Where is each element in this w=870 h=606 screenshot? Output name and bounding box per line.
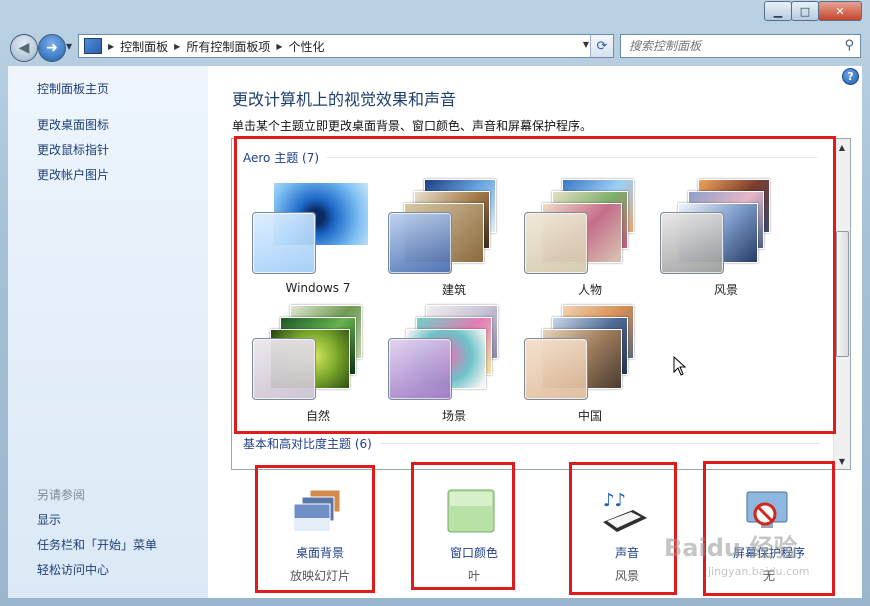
mouse-cursor-icon (673, 356, 687, 376)
highlight-sounds (569, 462, 677, 595)
search-box[interactable]: ⚲ (620, 34, 861, 58)
forward-button[interactable]: ➜ (38, 34, 66, 62)
recent-pages-dropdown[interactable]: ▼ (66, 42, 72, 51)
sidebar-item-desktop-icons[interactable]: 更改桌面图标 (37, 116, 109, 133)
crumb-control-panel[interactable]: 控制面板 (120, 38, 168, 55)
search-icon[interactable]: ⚲ (844, 38, 854, 53)
sidebar-link-ease-of-access[interactable]: 轻松访问中心 (37, 561, 109, 578)
scroll-thumb[interactable] (836, 231, 849, 357)
window-frame: ▁ □ ✕ ◀ ➜ ▼ ▶ 控制面板 ▶ 所有控制面板项 ▶ 个性化 ▼ ⟳ ⚲… (0, 0, 870, 606)
arrow-right-icon: ➜ (46, 40, 58, 56)
see-also-header: 另请参阅 (37, 488, 86, 502)
crumb-all-items[interactable]: 所有控制面板项 (186, 38, 270, 55)
search-input[interactable] (627, 38, 831, 54)
window-controls: ▁ □ ✕ (764, 1, 862, 21)
highlight-desktop-background (255, 465, 375, 593)
address-bar[interactable]: ▶ 控制面板 ▶ 所有控制面板项 ▶ 个性化 ▼ ⟳ (78, 34, 614, 58)
sidebar-item-mouse-pointers[interactable]: 更改鼠标指针 (37, 141, 109, 158)
sidebar-link-taskbar[interactable]: 任务栏和「开始」菜单 (37, 536, 157, 553)
arrow-left-icon: ◀ (18, 40, 30, 56)
scroll-down-icon[interactable]: ▼ (834, 453, 850, 469)
help-icon[interactable]: ? (842, 68, 859, 85)
minimize-button[interactable]: ▁ (764, 1, 792, 21)
baidu-watermark-url: jingyan.baidu.com (708, 565, 810, 578)
page-title: 更改计算机上的视觉效果和声音 (232, 90, 457, 109)
basic-group-header[interactable]: 基本和高对比度主题 (6) (243, 435, 820, 452)
close-button[interactable]: ✕ (818, 1, 862, 21)
breadcrumb: ▶ 控制面板 ▶ 所有控制面板项 ▶ 个性化 (108, 38, 325, 55)
sidebar-link-display[interactable]: 显示 (37, 511, 61, 528)
scroll-up-icon[interactable]: ▲ (834, 139, 850, 155)
highlight-aero-themes (234, 136, 836, 434)
sidebar-item-control-panel-home[interactable]: 控制面板主页 (37, 80, 109, 97)
page-subtitle: 单击某个主题立即更改桌面背景、窗口颜色、声音和屏幕保护程序。 (232, 119, 593, 133)
baidu-watermark: Baidu 经验 (664, 534, 798, 562)
highlight-window-color (411, 462, 515, 590)
sidebar: 控制面板主页 更改桌面图标 更改鼠标指针 更改帐户图片 另请参阅 显示 任务栏和… (8, 66, 208, 598)
basic-group-label: 基本和高对比度主题 (6) (243, 437, 372, 451)
address-dropdown-icon[interactable]: ▼ (583, 40, 589, 49)
maximize-button[interactable]: □ (791, 1, 819, 21)
control-panel-icon (84, 38, 102, 54)
refresh-button[interactable]: ⟳ (590, 35, 613, 57)
back-button[interactable]: ◀ (10, 34, 38, 62)
crumb-personalization[interactable]: 个性化 (289, 38, 325, 55)
sidebar-item-account-picture[interactable]: 更改帐户图片 (37, 166, 109, 183)
refresh-icon: ⟳ (596, 38, 608, 54)
